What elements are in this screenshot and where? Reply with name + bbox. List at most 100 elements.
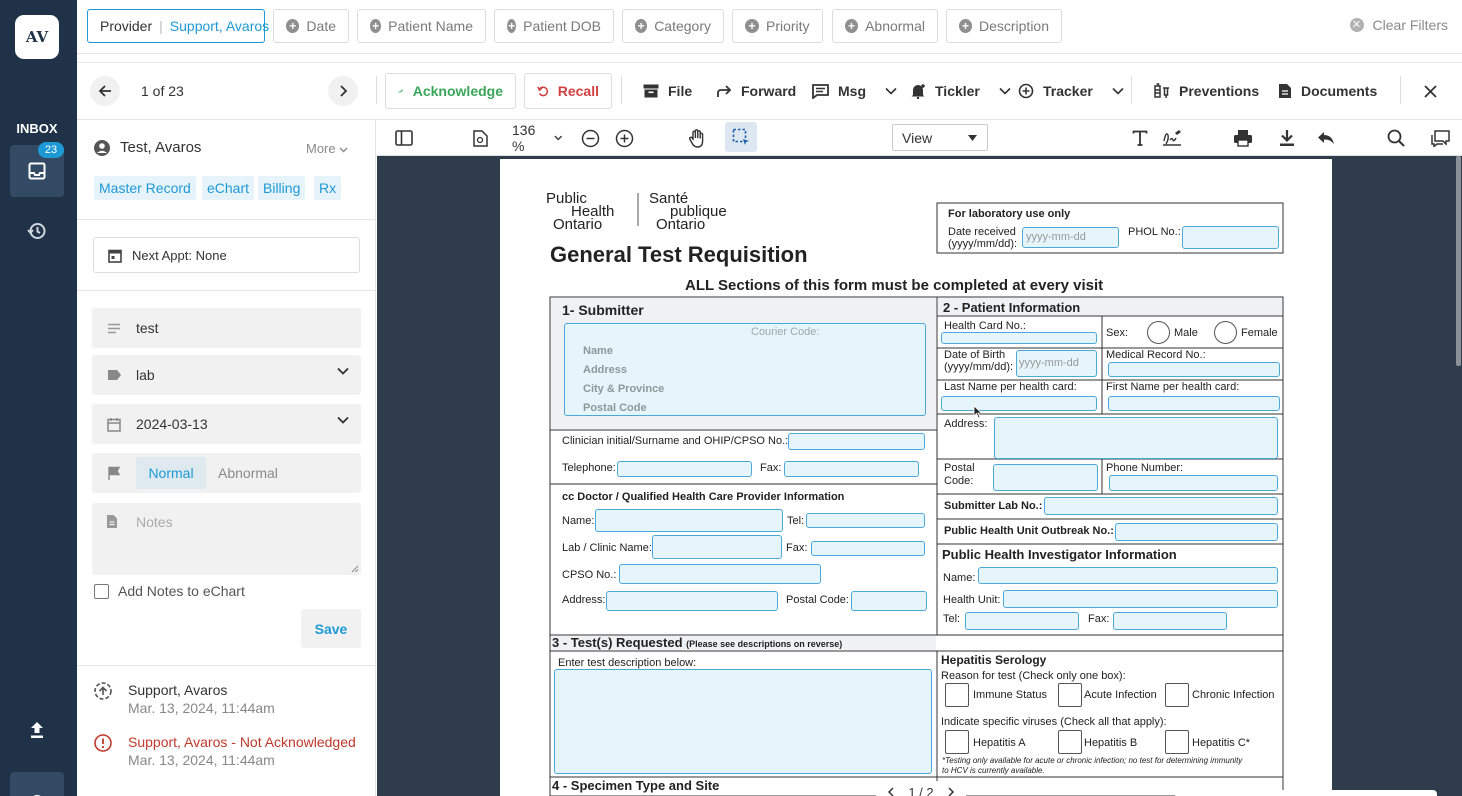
reply-button[interactable] [1316,127,1336,149]
filter-chip-priority[interactable]: + Priority [732,9,823,43]
file-button[interactable]: File [643,73,692,109]
zoom-out-button[interactable] [580,127,600,149]
echart-link[interactable]: eChart [202,176,255,200]
investigator-tel-field[interactable] [965,612,1079,630]
immune-status-checkbox[interactable] [945,683,969,707]
telephone-field[interactable] [617,461,752,477]
pan-tool-button[interactable] [687,127,707,149]
investigator-name-field[interactable] [978,567,1278,584]
download-button[interactable] [1277,127,1297,149]
rx-link[interactable]: Rx [314,176,342,200]
cc-name-field[interactable] [595,509,783,532]
phol-field[interactable] [1182,226,1279,249]
next-item-button[interactable] [328,76,358,106]
notes-textarea[interactable] [92,503,361,575]
lab-clinic-field[interactable] [652,535,782,559]
chevron-down-icon[interactable] [1112,87,1124,95]
date-select[interactable]: 2024-03-13 [92,404,361,444]
filter-chip-description[interactable]: + Description [946,9,1062,43]
chevron-down-icon[interactable] [885,87,897,95]
abnormal-toggle[interactable]: Abnormal [218,465,278,481]
chevron-down-icon[interactable] [999,87,1011,95]
category-select[interactable]: lab [92,355,361,395]
filter-chip-date[interactable]: + Date [273,9,349,43]
outbreak-field[interactable] [1115,523,1278,541]
upload-button[interactable] [22,715,52,745]
filter-chip-patient-name[interactable]: + Patient Name [357,9,486,43]
cc-fax-field[interactable] [811,541,925,556]
fax-field[interactable] [784,461,919,477]
close-viewer-button[interactable] [1415,76,1445,106]
first-name-label: First Name per health card: [1106,381,1240,393]
phone-field[interactable] [1109,475,1278,491]
submitter-lab-field[interactable] [1044,497,1278,515]
settings-button[interactable] [10,772,64,796]
cc-tel-field[interactable] [806,513,925,528]
chevron-left-icon[interactable] [887,787,894,796]
acknowledge-button[interactable]: Acknowledge [385,73,516,109]
acute-infection-checkbox[interactable] [1058,683,1082,707]
print-button[interactable] [1232,127,1254,149]
sex-female-radio[interactable] [1214,321,1237,344]
description-field[interactable]: test [92,308,361,348]
search-button[interactable] [1386,127,1406,149]
recall-button[interactable]: Recall [524,73,612,109]
documents-button[interactable]: Documents [1278,73,1377,109]
clinician-field[interactable] [788,433,925,450]
cpso-field[interactable] [619,564,821,584]
app-logo[interactable]: AV [15,15,59,59]
last-name-field[interactable] [941,396,1097,411]
select-tool-button[interactable] [725,122,757,152]
filter-chip-patient-dob[interactable]: + Patient DOB [494,9,614,43]
toggle-sidebar-button[interactable] [393,127,415,149]
more-menu-button[interactable]: More [306,141,348,156]
hepatitis-b-checkbox[interactable] [1058,730,1082,754]
cc-address-field[interactable] [606,591,778,611]
hepatitis-a-checkbox[interactable] [945,730,969,754]
filter-chip-category[interactable]: + Category [622,9,724,43]
forward-button[interactable]: Forward [716,73,796,109]
sex-male-radio[interactable] [1147,321,1170,344]
dob-label: Date of Birth (yyyy/mm/dd): [944,349,1013,373]
tickler-button[interactable]: Tickler [910,73,1011,109]
test-description-field[interactable] [554,669,932,774]
view-mode-select[interactable]: View [892,124,988,151]
first-name-field[interactable] [1108,396,1280,411]
page-fit-button[interactable] [470,127,490,149]
comments-button[interactable] [1430,127,1450,149]
hepatitis-c-checkbox[interactable] [1165,730,1189,754]
viewer-scrollbar[interactable] [1456,156,1461,366]
patient-name-row[interactable]: Test, Avaros [94,139,201,156]
filter-chip-abnormal[interactable]: + Abnormal [832,9,938,43]
chevron-right-icon[interactable] [948,787,955,796]
previous-item-button[interactable] [90,76,120,106]
resize-handle-icon[interactable] [351,565,359,573]
preventions-button[interactable]: Preventions [1154,73,1259,109]
save-button[interactable]: Save [301,609,361,648]
cc-postal-field[interactable] [851,591,927,611]
billing-link[interactable]: Billing [258,176,306,200]
health-unit-field[interactable] [1003,590,1278,608]
history-author-name: Support, Avaros [128,734,228,750]
history-button[interactable] [22,216,52,246]
clear-filters-button[interactable]: ✕ Clear Filters [1349,17,1448,33]
signature-tool-button[interactable] [1162,127,1182,149]
filter-chip-provider[interactable]: Provider | Support, Avaros [87,9,269,43]
zoom-in-button[interactable] [614,127,634,149]
add-notes-checkbox[interactable] [94,584,109,599]
health-card-field[interactable] [941,332,1097,344]
dob-field[interactable]: yyyy-mm-dd [1016,350,1097,377]
mrn-field[interactable] [1108,362,1280,377]
investigator-fax-field[interactable] [1113,612,1227,630]
msg-button[interactable]: Msg [812,73,897,109]
patient-address-field[interactable] [994,417,1278,459]
text-tool-button[interactable] [1130,127,1150,149]
master-record-link[interactable]: Master Record [94,176,196,200]
patient-postal-field[interactable] [993,464,1098,491]
date-received-field[interactable]: yyyy-mm-dd [1022,227,1119,248]
chronic-infection-checkbox[interactable] [1165,683,1189,707]
next-appointment-field[interactable]: Next Appt: None [93,237,360,273]
normal-toggle[interactable]: Normal [136,457,206,489]
tracker-button[interactable]: Tracker [1018,73,1124,109]
zoom-level-dropdown[interactable]: 136 % [512,122,562,154]
